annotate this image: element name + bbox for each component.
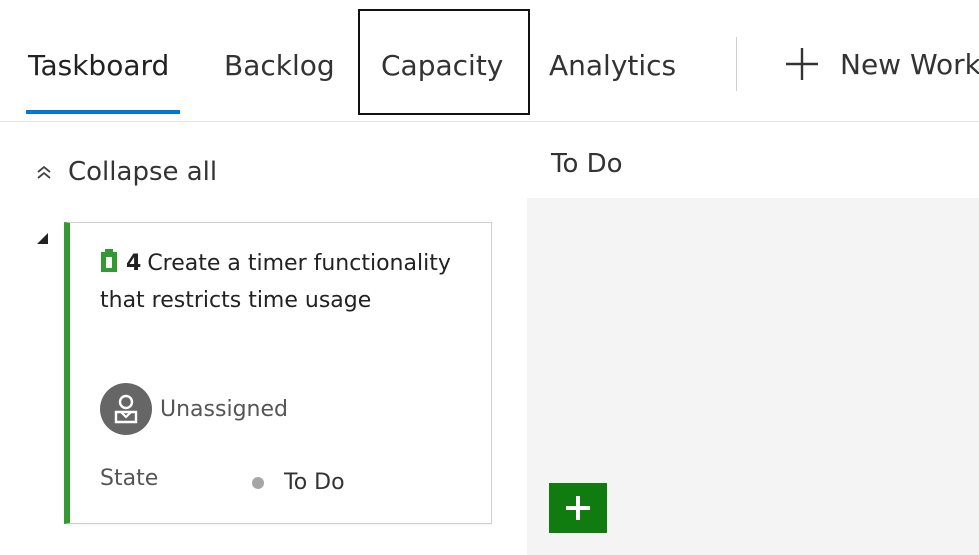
task-icon — [101, 249, 117, 272]
unassigned-user-icon — [114, 394, 138, 424]
tab-analytics[interactable]: Analytics — [549, 44, 676, 88]
state-value: To Do — [284, 470, 345, 495]
work-item-title[interactable]: Create a timer functionality that restri… — [100, 251, 451, 313]
new-work-item-button[interactable]: New Work — [782, 42, 979, 86]
state-dot-icon — [252, 477, 264, 489]
state-dropdown[interactable]: To Do — [252, 467, 345, 499]
tab-capacity[interactable]: Capacity — [381, 44, 503, 88]
tab-taskboard[interactable]: Taskboard — [28, 44, 169, 88]
plus-icon — [786, 48, 818, 80]
taskboard-app: Taskboard Backlog Capacity Analytics New… — [0, 0, 979, 555]
collapse-all-label: Collapse all — [68, 157, 218, 187]
state-field: State To Do — [100, 463, 480, 503]
collapse-all-button[interactable]: Collapse all — [34, 152, 217, 192]
plus-icon — [566, 496, 590, 520]
tab-bar: Taskboard Backlog Capacity Analytics New… — [0, 0, 979, 122]
new-work-item-label: New Work — [840, 47, 979, 81]
assignee-picker[interactable]: Unassigned — [100, 383, 288, 435]
header-divider — [0, 121, 979, 122]
card-title: 4 Create a timer functionality that restr… — [100, 245, 476, 319]
row-collapse-triangle-icon[interactable] — [34, 230, 50, 246]
avatar — [100, 383, 152, 435]
state-label: State — [100, 466, 159, 491]
add-task-button[interactable] — [549, 483, 607, 533]
double-chevron-up-icon — [37, 165, 51, 179]
tab-backlog[interactable]: Backlog — [224, 44, 335, 88]
active-tab-indicator — [26, 110, 180, 114]
work-item-card[interactable]: 4 Create a timer functionality that restr… — [64, 222, 492, 524]
column-header: To Do — [551, 149, 623, 179]
tab-separator — [736, 37, 737, 91]
assignee-name: Unassigned — [160, 396, 288, 422]
work-item-id: 4 — [126, 251, 142, 276]
